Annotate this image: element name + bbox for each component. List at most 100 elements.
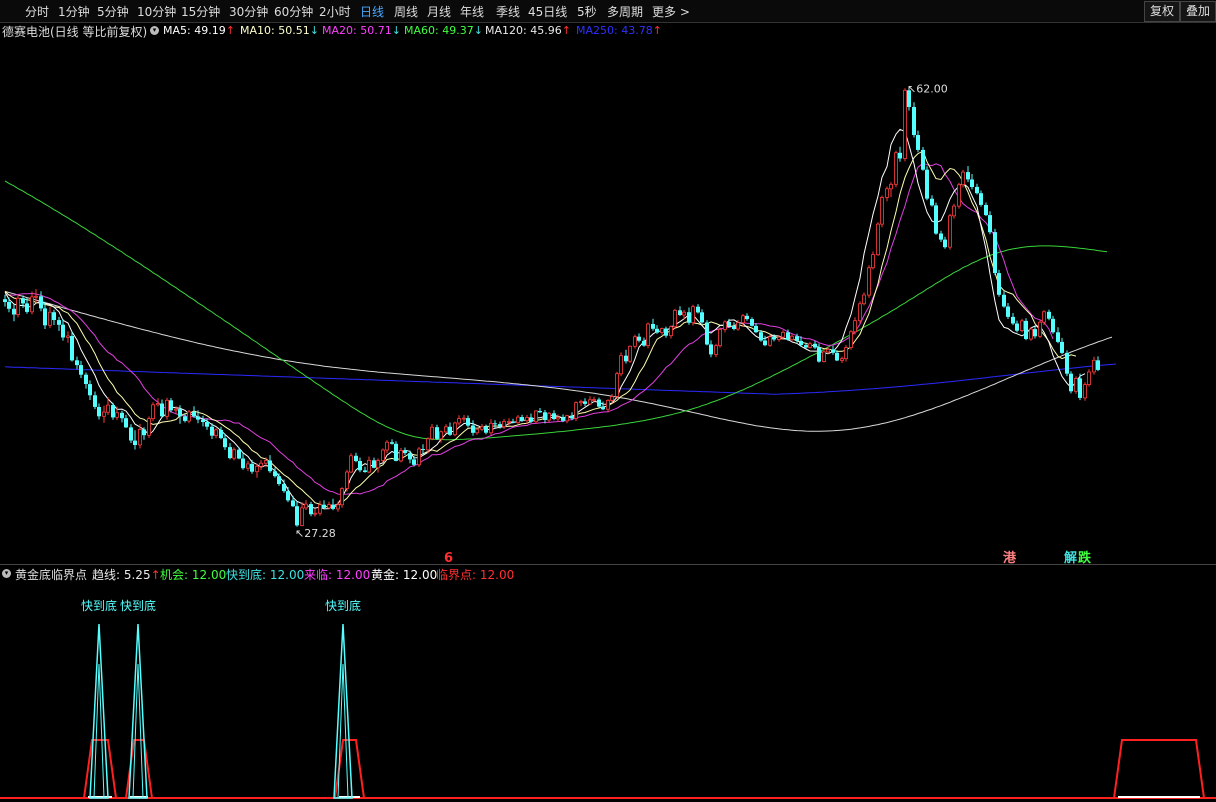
candle[interactable] <box>543 410 547 424</box>
candle[interactable] <box>889 182 893 198</box>
candle[interactable] <box>255 463 259 478</box>
candle[interactable] <box>30 291 34 315</box>
candle[interactable] <box>66 331 70 343</box>
period-tab-0[interactable]: 分时 <box>25 3 49 20</box>
candle[interactable] <box>750 317 754 327</box>
candle[interactable] <box>75 356 79 370</box>
candle[interactable] <box>642 337 646 347</box>
candle[interactable] <box>808 341 812 349</box>
candle[interactable] <box>970 174 974 190</box>
candle[interactable] <box>637 333 641 343</box>
candle[interactable] <box>723 320 727 333</box>
candle[interactable] <box>1029 326 1033 341</box>
period-tab-2[interactable]: 5分钟 <box>97 3 129 20</box>
candle[interactable] <box>516 415 520 424</box>
candle[interactable] <box>975 183 979 195</box>
candle[interactable] <box>898 146 902 162</box>
candle[interactable] <box>1038 320 1042 338</box>
candle[interactable] <box>700 309 704 324</box>
candle[interactable] <box>1042 310 1046 325</box>
candle[interactable] <box>547 412 551 423</box>
candle[interactable] <box>84 372 88 389</box>
candle[interactable] <box>529 413 533 424</box>
candle[interactable] <box>813 341 817 349</box>
candle[interactable] <box>340 487 344 508</box>
candle[interactable] <box>1083 382 1087 401</box>
candle[interactable] <box>930 195 934 207</box>
candle[interactable] <box>111 402 115 420</box>
candle[interactable] <box>457 415 461 426</box>
candle[interactable] <box>732 322 736 331</box>
period-tab-4[interactable]: 15分钟 <box>181 3 220 20</box>
candle[interactable] <box>988 211 992 235</box>
candle[interactable] <box>952 203 956 219</box>
candle[interactable] <box>1092 356 1096 375</box>
candle[interactable] <box>313 508 317 517</box>
period-tab-12[interactable]: 季线 <box>496 3 520 20</box>
candle[interactable] <box>691 304 695 326</box>
candle[interactable] <box>430 424 434 441</box>
candle[interactable] <box>444 424 448 434</box>
candle[interactable] <box>745 313 749 321</box>
candle[interactable] <box>754 323 758 334</box>
candle[interactable] <box>331 498 335 511</box>
candle[interactable] <box>367 456 371 474</box>
candle[interactable] <box>615 371 619 399</box>
adjust-button[interactable]: 复权 <box>1144 1 1181 22</box>
candle[interactable] <box>471 420 475 436</box>
candle[interactable] <box>1011 313 1015 326</box>
candle[interactable] <box>102 405 106 423</box>
candle[interactable] <box>894 150 898 188</box>
candle[interactable] <box>853 317 857 335</box>
candle[interactable] <box>156 398 160 407</box>
candle[interactable] <box>300 502 304 527</box>
candle[interactable] <box>759 330 763 342</box>
candle[interactable] <box>453 421 457 437</box>
candle[interactable] <box>669 325 673 339</box>
candle[interactable] <box>399 448 403 463</box>
candle[interactable] <box>291 495 295 508</box>
candle[interactable] <box>192 406 196 418</box>
candle[interactable] <box>966 166 970 183</box>
candle[interactable] <box>12 304 16 322</box>
candle[interactable] <box>304 500 308 510</box>
candle[interactable] <box>597 397 601 408</box>
candle[interactable] <box>232 447 236 461</box>
candle[interactable] <box>885 186 889 202</box>
candle[interactable] <box>345 469 349 492</box>
candle[interactable] <box>246 460 250 472</box>
candle[interactable] <box>943 236 947 249</box>
candle[interactable] <box>372 457 376 469</box>
candle[interactable] <box>660 327 664 335</box>
candle[interactable] <box>318 500 322 516</box>
candle[interactable] <box>840 356 844 363</box>
candle[interactable] <box>624 349 628 364</box>
candle[interactable] <box>1015 320 1019 333</box>
candle[interactable] <box>1002 291 1006 308</box>
candle[interactable] <box>259 460 263 470</box>
candle[interactable] <box>768 334 772 347</box>
candle[interactable] <box>538 408 542 413</box>
candle[interactable] <box>214 428 218 439</box>
indicator-chart[interactable]: 快到底 快到底 快到底 <box>0 584 1216 802</box>
candle[interactable] <box>34 289 38 304</box>
candle[interactable] <box>921 147 925 171</box>
period-tab-1[interactable]: 1分钟 <box>58 3 90 20</box>
candle[interactable] <box>646 322 650 349</box>
candle[interactable] <box>961 169 965 188</box>
candle[interactable] <box>903 88 907 162</box>
candle[interactable] <box>52 309 56 325</box>
candle[interactable] <box>862 292 866 306</box>
candle[interactable] <box>169 398 173 413</box>
candle[interactable] <box>606 399 610 413</box>
candle[interactable] <box>7 297 11 313</box>
period-tab-3[interactable]: 10分钟 <box>137 3 176 20</box>
candle[interactable] <box>1051 315 1055 334</box>
period-tab-8[interactable]: 日线 <box>360 3 384 20</box>
candle[interactable] <box>619 352 623 377</box>
candle[interactable] <box>709 340 713 358</box>
candle[interactable] <box>1096 356 1100 372</box>
candle[interactable] <box>912 102 916 138</box>
candle[interactable] <box>70 331 74 362</box>
candle[interactable] <box>16 294 20 318</box>
